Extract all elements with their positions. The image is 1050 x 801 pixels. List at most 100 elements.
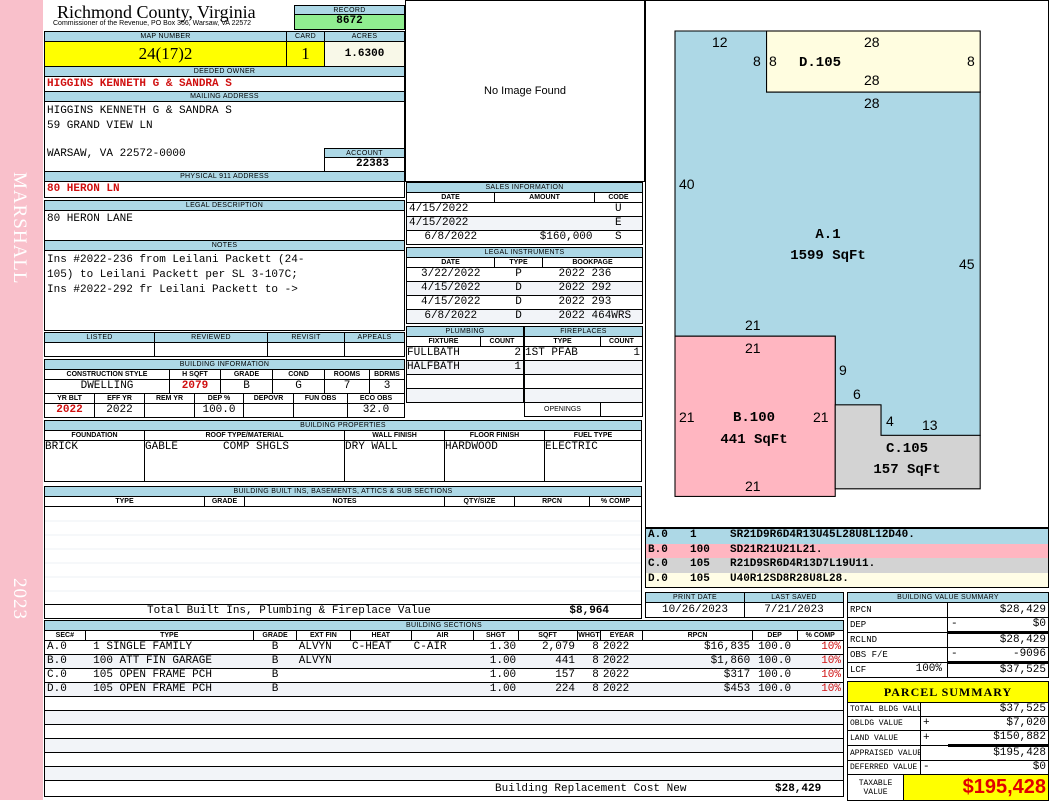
account-box: ACCOUNT 22383 (324, 148, 404, 171)
section-dep: 100.0 (752, 682, 798, 697)
functional-obs (293, 403, 348, 418)
col-header: TYPE (44, 496, 205, 507)
col-header: ROOF TYPE/MATERIAL (144, 430, 345, 441)
empty-cell (44, 710, 844, 725)
deeded-owner-label: DEEDED OWNER (44, 66, 405, 77)
empty-cell (44, 766, 844, 781)
col-header: CONSTRUCTION STYLE (44, 369, 170, 380)
legal-instruments-table: LEGAL INSTRUMENTS DATE TYPE BOOKPAGE 3/22/… (406, 247, 643, 324)
operator: - (951, 618, 958, 631)
parcel-summary: PARCEL SUMMARY TOTAL BLDG VALUE $37,525 OBL… (847, 681, 1049, 801)
section-sec: B.0 (44, 654, 86, 669)
section-a-label: A.1 (815, 227, 840, 243)
revisit-label: REVISIT (267, 332, 345, 343)
section-shgt: 1.30 (473, 640, 519, 655)
col-header: EYEAR (600, 630, 644, 641)
replacement-cost-value: $28,429 (775, 783, 822, 795)
dim-label: 6 (853, 386, 861, 402)
section-eyear: 2022 (600, 640, 643, 655)
sales-label: SALES INFORMATION (406, 182, 643, 193)
code-number: 100 (690, 543, 710, 556)
map-number-label: MAP NUMBER (44, 31, 287, 42)
reviewed-value (154, 342, 268, 357)
sale-amount (494, 216, 595, 231)
replacement-cost-label: Building Replacement Cost New (495, 783, 687, 795)
value-summary-item-value: $28,429 (947, 631, 1049, 648)
roof-material: COMP SHGLS (223, 441, 290, 454)
dim-label: 8 (753, 53, 761, 69)
section-air (411, 654, 474, 669)
listed-value (44, 342, 155, 357)
col-header: RPCN (642, 630, 753, 641)
section-heat (350, 682, 412, 697)
dim-label: 40 (679, 176, 695, 192)
value-summary-item-label: DEP (850, 619, 867, 630)
empty-section-row (44, 696, 844, 711)
col-header: HEAT (349, 630, 413, 641)
section-grade: B (253, 668, 297, 683)
empty-section-row (44, 752, 844, 767)
dim-label: 8 (967, 53, 975, 69)
section-eyear: 2022 (600, 682, 643, 697)
sketch-code-row: D.0 105 U40R12SD8R28U8L28. (646, 572, 1048, 587)
section-type: 105 OPEN FRAME PCH (85, 668, 254, 683)
parcel-summary-item-value: $0 (947, 760, 1049, 775)
parcel-summary-label: PARCEL SUMMARY (847, 681, 1049, 703)
tax-year: 2023 (9, 578, 30, 620)
value-summary-item-value: - $0 (947, 617, 1049, 633)
section-rpcn: $1,860 (642, 654, 753, 669)
col-header: SQFT (517, 630, 578, 641)
empty-cell (44, 752, 844, 767)
section-whgt: 8 (577, 682, 601, 697)
parcel-summary-item-label: APPRAISED VALUE (847, 745, 921, 761)
rooms: 7 (324, 379, 370, 394)
dim-label: 21 (813, 409, 829, 425)
section-type: 1 SINGLE FAMILY (85, 640, 254, 655)
col-header: DEPOVR (243, 393, 294, 404)
col-header: FUEL TYPE (544, 430, 642, 441)
value-summary-item: DEP (847, 617, 948, 633)
sale-code: U (594, 202, 643, 217)
dim-label: 12 (712, 34, 728, 50)
fireplace-empty-row (524, 374, 643, 389)
col-header: COUNT (480, 336, 524, 347)
instrument-date: 6/8/2022 (406, 309, 495, 324)
section-air (411, 668, 474, 683)
legal-notes-block: LEGAL DESCRIPTION 80 HERON LANE NOTES In… (44, 200, 405, 331)
sale-amount: $160,000 (494, 230, 595, 245)
foundation: BRICK (44, 440, 145, 482)
physical-address-label: PHYSICAL 911 ADDRESS (44, 171, 405, 182)
instrument-date: 4/15/2022 (406, 281, 495, 296)
section-rpcn: $16,835 (642, 640, 753, 655)
instrument-row: 3/22/2022 P 2022 236 (406, 267, 643, 282)
section-whgt: 8 (577, 654, 601, 669)
openings-label: OPENINGS (524, 402, 601, 417)
col-header: WALL FINISH (344, 430, 445, 441)
built-ins-total-label: Total Built Ins, Plumbing & Fireplace Va… (147, 605, 431, 618)
parcel-summary-row: LAND VALUE + $150,882 (847, 730, 1049, 746)
fireplaces-label: FIREPLACES (524, 326, 643, 337)
col-header: COUNT (600, 336, 643, 347)
account-number: 22383 (324, 158, 404, 171)
dim-label: 45 (959, 256, 975, 272)
sale-code: E (594, 216, 643, 231)
col-header: DEP % (194, 393, 244, 404)
sale-date: 4/15/2022 (406, 202, 495, 217)
card-number: 1 (286, 41, 325, 67)
value-summary-item-label: RPCN (850, 604, 872, 615)
built-ins-total-row: Total Built Ins, Plumbing & Fireplace Va… (44, 604, 642, 619)
value-summary-item-label: LCF (850, 664, 867, 675)
parcel-summary-row: DEFERRED VALUE - $0 (847, 760, 1049, 775)
heated-sqft: 2079 (169, 379, 221, 394)
appeals-value (344, 342, 405, 357)
plumbing-empty-row (406, 374, 524, 389)
code-section: B.0 (648, 543, 668, 556)
col-header: AMOUNT (494, 192, 595, 203)
sale-date: 4/15/2022 (406, 216, 495, 231)
instrument-row: 6/8/2022 D 2022 464WRS (406, 309, 643, 324)
value-summary-item: LCF 100% (847, 662, 948, 678)
value-summary-item-label: RCLND (850, 634, 878, 645)
section-sqft: 2,079 (518, 640, 578, 655)
col-header: BOOKPAGE (542, 257, 643, 268)
section-shgt: 1.00 (473, 668, 519, 683)
